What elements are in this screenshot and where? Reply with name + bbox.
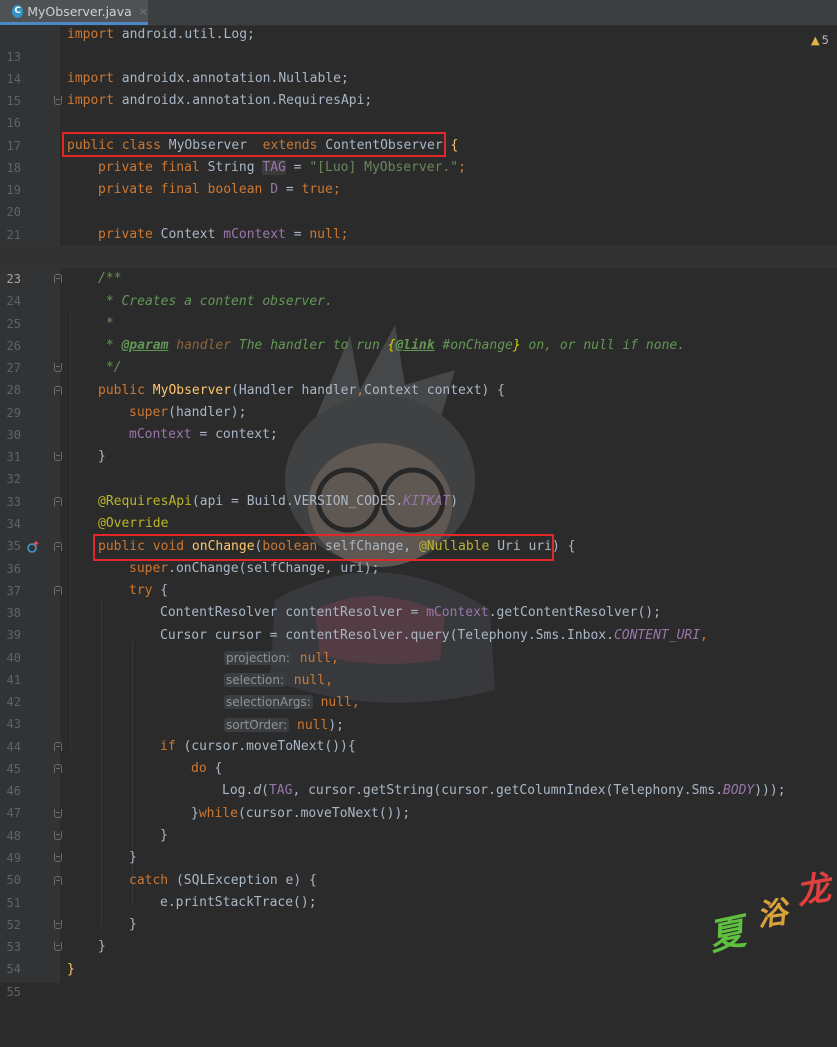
code-line: 17 xyxy=(6,139,21,153)
code-line: 40 Cursor cursor = contentResolver.query… xyxy=(6,628,708,665)
fold-icon[interactable] xyxy=(54,274,62,283)
code-line: 36 public void onChange(boolean selfChan… xyxy=(6,539,576,576)
fold-icon[interactable] xyxy=(54,876,62,885)
fold-icon[interactable] xyxy=(54,452,62,461)
code-line: 47 Log.d(TAG, cursor.getString(cursor.ge… xyxy=(6,783,786,820)
tab-myobserver-java[interactable]: C MyObserver.java × xyxy=(0,0,148,25)
code-line: 38 try { xyxy=(6,583,169,620)
code-line: 21 xyxy=(6,228,21,242)
fold-icon[interactable] xyxy=(54,809,62,818)
parameter-hint: selectionArgs: xyxy=(224,695,313,709)
fold-icon[interactable] xyxy=(54,942,62,951)
fold-icon[interactable] xyxy=(54,96,62,105)
code-line: 44 sortOrder: null); xyxy=(6,718,344,754)
code-line: 31 mContext = context; xyxy=(6,427,278,464)
tab-filename: MyObserver.java xyxy=(27,3,132,19)
code-line: 13 import android.util.Log; xyxy=(6,27,255,64)
code-line: 41 projection: null, xyxy=(6,651,339,687)
code-line: 52 e.printStackTrace(); xyxy=(6,895,317,932)
code-line: 24 /** xyxy=(6,271,122,308)
code-line: 55 } xyxy=(6,962,75,999)
override-method-icon[interactable] xyxy=(27,541,39,553)
fold-icon[interactable] xyxy=(54,542,62,551)
java-class-icon: C xyxy=(12,4,24,18)
code-line: 51 catch (SQLException e) { xyxy=(6,873,317,910)
code-line: 25 * Creates a content observer. xyxy=(6,294,333,331)
code-line: 26 * xyxy=(6,316,114,353)
code-line: 42 selection: null, xyxy=(6,673,333,709)
code-editor[interactable]: 13 import android.util.Log; 14 15 import… xyxy=(0,25,837,999)
code-line: 48 }while(cursor.moveToNext()); xyxy=(6,806,411,843)
code-line: 16 import androidx.annotation.RequiresAp… xyxy=(6,93,373,130)
code-line: 29 public MyObserver(Handler handler,Con… xyxy=(6,383,506,420)
parameter-hint: projection: xyxy=(224,651,292,665)
fold-icon[interactable] xyxy=(54,853,62,862)
code-line: 34 @RequiresApi(api = Build.VERSION_CODE… xyxy=(6,494,459,531)
code-line: 28 */ xyxy=(6,360,122,397)
fold-icon[interactable] xyxy=(54,742,62,751)
code-line: 35 @Override xyxy=(6,516,169,553)
fold-icon[interactable] xyxy=(54,363,62,372)
fold-icon[interactable] xyxy=(54,497,62,506)
close-icon[interactable]: × xyxy=(139,5,148,18)
code-line: 27 * @param handler The handler to run {… xyxy=(6,338,686,375)
code-line: 54 } xyxy=(6,939,106,976)
code-line: 53 } xyxy=(6,917,137,954)
fold-icon[interactable] xyxy=(54,386,62,395)
code-line: 15 import androidx.annotation.Nullable; xyxy=(6,71,349,108)
code-line: 30 super(handler); xyxy=(6,405,247,442)
current-code-line: 23 xyxy=(0,246,837,286)
editor-tab-bar: C MyObserver.java × xyxy=(0,0,837,26)
code-line: 37 super.onChange(selfChange, uri); xyxy=(6,561,380,598)
code-line: 22 private Context mContext = null; xyxy=(7,227,349,264)
code-line: 45 if (cursor.moveToNext()){ xyxy=(6,739,356,776)
code-line: 50 } xyxy=(6,850,137,887)
code-line: 33 xyxy=(6,495,21,509)
fold-icon[interactable] xyxy=(54,920,62,929)
code-line: 14 xyxy=(6,72,21,86)
code-line: 49 } xyxy=(6,828,168,865)
parameter-hint: selection: xyxy=(224,673,286,687)
fold-icon[interactable] xyxy=(54,586,62,595)
code-line: 32 } xyxy=(6,449,106,486)
code-line: 20 private final boolean D = true; xyxy=(6,182,341,219)
code-line: 43 selectionArgs: null, xyxy=(6,695,360,731)
code-line: 19 private final String TAG = "[Luo] MyO… xyxy=(6,160,466,197)
code-line: 18 public class MyObserver extends Conte… xyxy=(6,138,459,175)
code-line: 39 ContentResolver contentResolver = mCo… xyxy=(6,605,661,642)
fold-icon[interactable] xyxy=(54,831,62,840)
parameter-hint: sortOrder: xyxy=(224,718,290,732)
fold-icon[interactable] xyxy=(54,764,62,773)
code-line: 46 do { xyxy=(6,761,223,798)
